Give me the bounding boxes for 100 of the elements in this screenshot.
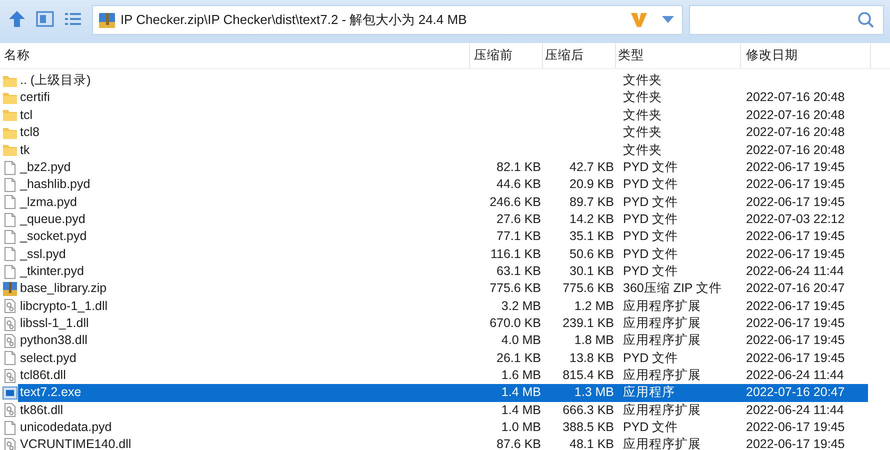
original-size: 3.2 MB — [501, 298, 541, 313]
folder-icon — [2, 90, 18, 106]
folder-icon — [2, 107, 18, 124]
file-type: PYD 文件 — [623, 160, 678, 174]
file-type: 文件夹 — [623, 125, 662, 140]
search-icon[interactable] — [857, 11, 875, 29]
file-type: 应用程序扩展 — [623, 402, 701, 417]
file-type: 应用程序扩展 — [623, 437, 701, 450]
compressed-size: 1.8 MB — [574, 333, 614, 348]
search-field[interactable] — [688, 5, 884, 35]
file-name: _bz2.pyd — [20, 160, 71, 174]
file-row[interactable]: certifi 文件夹 2022-07-16 20:48 — [18, 89, 868, 107]
file-name: tcl — [20, 108, 32, 122]
file-row[interactable]: unicodedata.pyd 1.0 MB 388.5 KB PYD 文件 2022-06-17 19:45 — [18, 419, 868, 436]
file-row[interactable]: _ssl.pyd 116.1 KB 50.6 KB PYD 文件 2022-06-17 19:45 — [18, 246, 868, 263]
original-size: 4.0 MB — [501, 333, 541, 348]
modified-date: 2022-07-16 20:48 — [746, 142, 845, 156]
file-row[interactable]: _lzma.pyd 246.6 KB 89.7 KB PYD 文件 2022-06-17 19:45 — [18, 194, 868, 211]
application-window-icon — [2, 384, 18, 401]
file-type: PYD 文件 — [623, 264, 678, 278]
column-header[interactable]: 压缩前 — [472, 46, 513, 65]
original-size: 63.1 KB — [496, 264, 541, 278]
file-type: PYD 文件 — [623, 420, 678, 434]
dropdown-caret-icon[interactable] — [662, 16, 674, 24]
column-header[interactable]: 压缩后 — [545, 46, 584, 65]
original-size: 116.1 KB — [490, 246, 541, 261]
file-type: 应用程序扩展 — [623, 316, 701, 330]
modified-date: 2022-07-16 20:48 — [746, 125, 845, 140]
file-name: tk — [20, 142, 30, 156]
original-size: 27.6 KB — [496, 212, 541, 226]
file-type: 360压缩 ZIP 文件 — [623, 281, 722, 296]
file-icon — [2, 420, 18, 436]
file-row[interactable]: libssl-1_1.dll 670.0 KB 239.1 KB 应用程序扩展 2022-06-17 19:45 — [18, 314, 868, 332]
gear-file-icon — [2, 368, 18, 384]
file-row[interactable]: libcrypto-1_1.dll 3.2 MB 1.2 MB 应用程序扩展 2022-06-17 19:45 — [18, 298, 868, 315]
original-size: 1.6 MB — [501, 368, 541, 382]
original-size: 1.4 MB — [501, 402, 541, 417]
modified-date: 2022-06-17 19:45 — [746, 177, 845, 192]
modified-date: 2022-06-17 19:45 — [746, 160, 845, 174]
file-row[interactable]: python38.dll 4.0 MB 1.8 MB 应用程序扩展 2022-06-17 19:45 — [18, 332, 868, 350]
file-row[interactable]: _tkinter.pyd 63.1 KB 30.1 KB PYD 文件 2022-06-24 11:44 — [18, 262, 868, 280]
file-row[interactable]: select.pyd 26.1 KB 13.8 KB PYD 文件 2022-06-17 19:45 — [18, 350, 868, 367]
file-name: select.pyd — [20, 350, 76, 365]
column-header[interactable]: 类型 — [618, 46, 644, 65]
file-type: 文件夹 — [623, 108, 662, 122]
original-size: 82.1 KB — [496, 160, 541, 174]
column-header[interactable]: 名称 — [2, 46, 30, 65]
file-name: base_library.zip — [20, 281, 107, 296]
file-type: 文件夹 — [623, 142, 662, 156]
file-name: .. (上级目录) — [20, 73, 91, 88]
file-name: _socket.pyd — [20, 229, 87, 244]
file-type: 文件夹 — [623, 73, 662, 88]
original-size: 246.6 KB — [490, 194, 541, 209]
file-row[interactable]: base_library.zip 775.6 KB 775.6 KB 360压缩 ZIP 文件 2022-07-16 20:47 — [18, 280, 868, 298]
file-name: _lzma.pyd — [20, 194, 77, 209]
file-row[interactable]: text7.2.exe 1.4 MB 1.3 MB 应用程序 2022-07-16 20:47 — [18, 384, 868, 402]
file-row[interactable]: _queue.pyd 27.6 KB 14.2 KB PYD 文件 2022-07-03 22:12 — [18, 210, 868, 228]
file-name: tk86t.dll — [20, 402, 64, 417]
file-row[interactable]: _socket.pyd 77.1 KB 35.1 KB PYD 文件 2022-06-17 19:45 — [18, 228, 868, 246]
file-row[interactable]: _bz2.pyd 82.1 KB 42.7 KB PYD 文件 2022-06-17 19:45 — [18, 158, 868, 176]
address-path: IP Checker.zip\IP Checker\dist\text7.2 - 解包大小为 24.4 MB — [120, 11, 468, 30]
file-row[interactable]: VCRUNTIME140.dll 87.6 KB 48.1 KB 应用程序扩展 2022-06-17 19:45 — [18, 436, 868, 450]
modified-date: 2022-06-24 11:44 — [746, 264, 844, 278]
file-icon — [2, 176, 18, 193]
compressed-size: 1.2 MB — [574, 298, 614, 313]
file-name: libcrypto-1_1.dll — [20, 298, 108, 313]
file-name: certifi — [20, 90, 50, 104]
modified-date: 2022-06-17 19:45 — [746, 333, 845, 348]
compressed-size: 239.1 KB — [562, 316, 614, 330]
file-row[interactable]: tcl86t.dll 1.6 MB 815.4 KB 应用程序扩展 2022-06-24 11:44 — [18, 366, 868, 384]
compressed-size: 14.2 KB — [570, 212, 614, 226]
address-bar[interactable]: IP Checker.zip\IP Checker\dist\text7.2 - 解包大小为 24.4 MB — [92, 5, 683, 35]
file-type: 应用程序扩展 — [623, 298, 701, 313]
file-icon — [2, 160, 18, 176]
original-size: 670.0 KB — [490, 316, 541, 330]
modified-date: 2022-06-17 19:45 — [746, 350, 845, 365]
file-row[interactable]: tk 文件夹 2022-07-16 20:48 — [18, 142, 868, 159]
file-type: PYD 文件 — [623, 194, 678, 209]
file-row[interactable]: .. (上级目录) 文件夹 — [18, 72, 868, 90]
modified-date: 2022-06-17 19:45 — [746, 420, 845, 434]
folder-icon — [2, 142, 18, 158]
file-row[interactable]: _hashlib.pyd 44.6 KB 20.9 KB PYD 文件 2022-06-17 19:45 — [18, 176, 868, 194]
file-row[interactable]: tcl 文件夹 2022-07-16 20:48 — [18, 106, 868, 124]
archive-icon — [2, 280, 18, 297]
compressed-size: 13.8 KB — [570, 350, 614, 365]
modified-date: 2022-06-17 19:45 — [746, 437, 845, 450]
column-header[interactable]: 修改日期 — [743, 46, 798, 65]
file-row[interactable]: tcl8 文件夹 2022-07-16 20:48 — [18, 124, 868, 142]
file-name: _queue.pyd — [20, 212, 86, 226]
compressed-size: 89.7 KB — [570, 194, 614, 209]
file-name: VCRUNTIME140.dll — [20, 437, 132, 450]
gear-file-icon — [2, 298, 18, 314]
original-size: 44.6 KB — [496, 177, 541, 192]
modified-date: 2022-06-17 19:45 — [746, 229, 845, 244]
gear-file-icon — [2, 437, 18, 450]
file-icon — [2, 212, 18, 228]
compressed-size: 48.1 KB — [570, 437, 614, 450]
modified-date: 2022-06-17 19:45 — [746, 316, 845, 330]
file-row[interactable]: tk86t.dll 1.4 MB 666.3 KB 应用程序扩展 2022-06-24 11:44 — [18, 402, 868, 419]
modified-date: 2022-07-03 22:12 — [746, 212, 845, 226]
